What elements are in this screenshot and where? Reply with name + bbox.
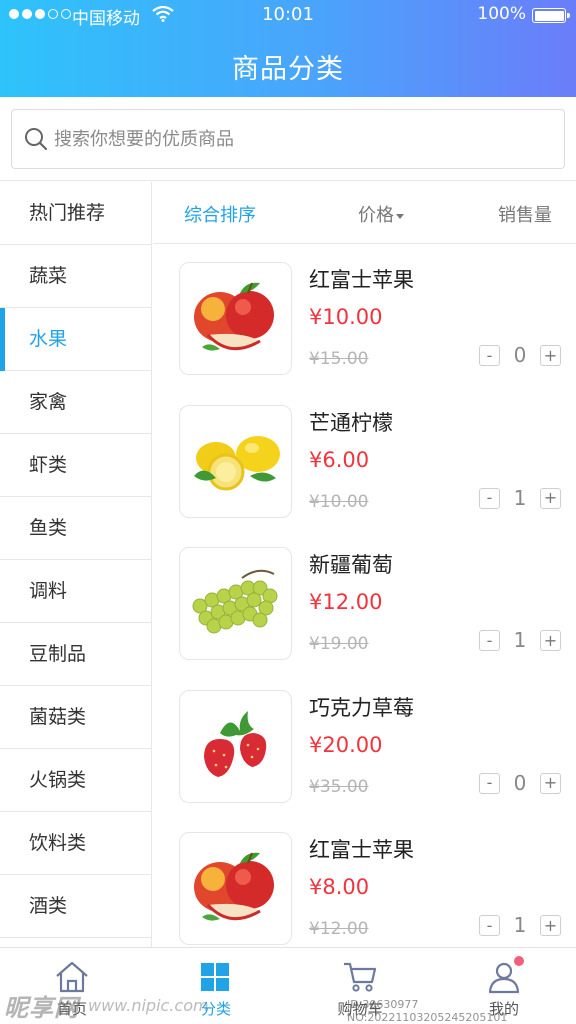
product-item[interactable]: 巧克力草莓 ¥20.00 ¥35.00 -0 + — [153, 673, 576, 815]
product-item[interactable]: 芒通柠檬 ¥6.00 ¥10.00 -1 + — [153, 388, 576, 530]
quantity-value: 0 — [513, 343, 527, 367]
product-price: ¥12.00 — [309, 590, 383, 614]
decrease-quantity-button[interactable]: - — [479, 630, 500, 651]
search-box[interactable] — [11, 109, 565, 169]
product-price: ¥6.00 — [309, 447, 370, 472]
sidebar-item[interactable]: 火锅类 — [0, 749, 151, 812]
product-item[interactable]: 红富士苹果 ¥10.00 ¥15.00 -0 + — [153, 245, 576, 387]
sidebar-item[interactable]: 热门推荐 — [0, 182, 151, 245]
increase-quantity-button[interactable]: + — [540, 487, 561, 509]
sidebar-item[interactable]: 菌菇类 — [0, 686, 151, 749]
cart-icon — [344, 962, 377, 992]
watermark-url: www.nipic.com — [88, 996, 209, 1015]
product-list: 红富士苹果 ¥10.00 ¥15.00-0 + 芒通柠檬 ¥6.00 ¥10.00-1 + 新疆… — [153, 245, 576, 947]
sidebar-item[interactable]: 调料 — [0, 560, 151, 623]
quantity-stepper: -0 + — [479, 343, 561, 369]
search-input[interactable] — [54, 128, 534, 150]
sidebar-item[interactable]: 虾类 — [0, 434, 151, 497]
status-bar: 中国移动 10:01 100% — [0, 0, 576, 30]
quantity-value: 1 — [513, 485, 527, 510]
sidebar-item[interactable]: 饮料类 — [0, 812, 151, 875]
sort-bar: 综合排序 价格 销售量 — [153, 182, 576, 244]
product-image[interactable] — [179, 404, 292, 518]
quantity-stepper: -1 + — [479, 485, 561, 512]
sidebar-item[interactable]: 蔬菜 — [0, 245, 151, 308]
sidebar-item[interactable]: 酒类 — [0, 875, 151, 938]
product-image[interactable] — [179, 547, 292, 660]
product-original-price: ¥35.00 — [309, 776, 369, 797]
sort-sales-tab[interactable]: 销售量 — [498, 201, 552, 227]
watermark-logo: 昵享网 — [4, 994, 79, 1022]
product-original-price: ¥12.00 — [309, 919, 369, 939]
product-name: 巧克力草莓 — [309, 695, 414, 720]
sidebar-item[interactable]: 家禽 — [0, 371, 151, 434]
search-icon — [25, 128, 48, 151]
product-image[interactable] — [179, 689, 292, 803]
product-original-price: ¥19.00 — [309, 634, 369, 654]
product-item[interactable]: 新疆葡萄 ¥12.00 ¥19.00 -1 + — [153, 530, 576, 672]
product-image[interactable] — [179, 832, 292, 945]
sort-price-tab[interactable]: 价格 — [358, 201, 404, 227]
watermark-id: ID:30630977 NO:20221103205245205101 — [347, 998, 508, 1024]
notification-badge — [514, 956, 524, 966]
caret-down-icon — [396, 213, 404, 219]
quantity-value: 1 — [513, 628, 527, 652]
product-image[interactable] — [179, 262, 292, 375]
product-price: ¥20.00 — [309, 732, 383, 757]
battery-percentage: 100% — [477, 4, 526, 24]
quantity-stepper: -1 + — [479, 628, 561, 654]
sort-price-label: 价格 — [358, 205, 394, 226]
product-item[interactable]: 红富士苹果 ¥8.00 ¥12.00 -1 + — [153, 815, 576, 947]
search-area — [0, 97, 576, 181]
header: 中国移动 10:01 100% 商品分类 — [0, 0, 576, 97]
product-name: 新疆葡萄 — [309, 553, 393, 577]
product-price: ¥10.00 — [309, 305, 383, 329]
product-original-price: ¥15.00 — [309, 349, 369, 369]
increase-quantity-button[interactable]: + — [540, 915, 561, 936]
decrease-quantity-button[interactable]: - — [479, 487, 500, 509]
quantity-stepper: -0 + — [479, 770, 561, 797]
quantity-value: 0 — [513, 770, 527, 795]
battery-icon — [532, 8, 570, 23]
product-name: 芒通柠檬 — [309, 410, 393, 435]
quantity-value: 1 — [513, 913, 527, 937]
decrease-quantity-button[interactable]: - — [479, 772, 500, 794]
category-page: 中国移动 10:01 100% 商品分类 热门推荐蔬菜水果家禽虾类鱼类调料豆制品… — [0, 0, 576, 1024]
sort-comprehensive-tab[interactable]: 综合排序 — [184, 201, 256, 227]
increase-quantity-button[interactable]: + — [540, 345, 561, 366]
product-name: 红富士苹果 — [309, 838, 414, 862]
sidebar-item[interactable]: 豆制品 — [0, 623, 151, 686]
sidebar-item[interactable]: 鱼类 — [0, 497, 151, 560]
increase-quantity-button[interactable]: + — [540, 630, 561, 651]
increase-quantity-button[interactable]: + — [540, 772, 561, 794]
decrease-quantity-button[interactable]: - — [479, 915, 500, 936]
quantity-stepper: -1 + — [479, 913, 561, 939]
page-title: 商品分类 — [232, 54, 344, 85]
decrease-quantity-button[interactable]: - — [479, 345, 500, 366]
product-name: 红富士苹果 — [309, 268, 414, 292]
grid-icon — [201, 963, 229, 991]
category-sidebar: 热门推荐 蔬菜 水果 家禽 虾类 鱼类 调料 豆制品 菌菇类 火锅类 饮料类 酒类 — [0, 182, 152, 947]
product-price: ¥8.00 — [309, 875, 370, 899]
product-original-price: ¥10.00 — [309, 491, 369, 512]
sidebar-item[interactable]: 水果 — [0, 308, 151, 371]
